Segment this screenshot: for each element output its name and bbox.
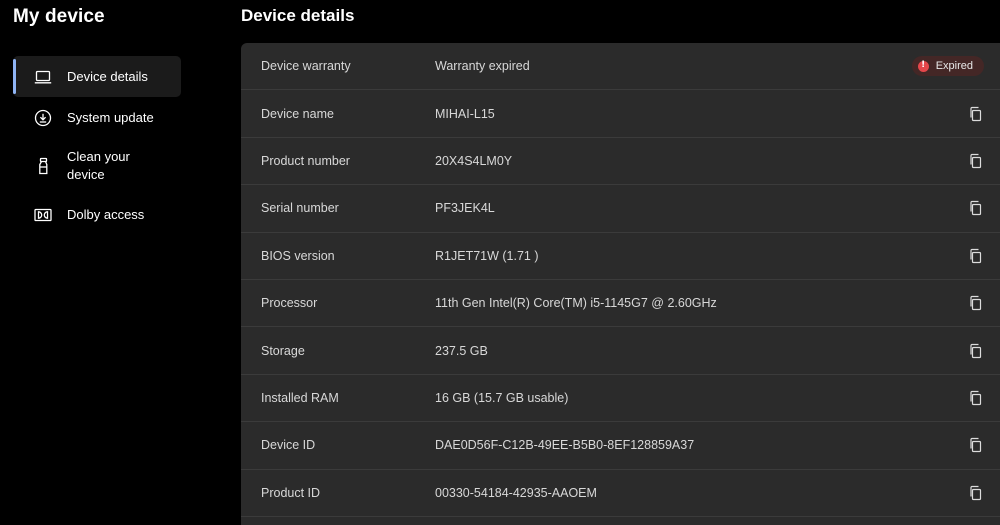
detail-row-installed-ram: Installed RAM 16 GB (15.7 GB usable) [241,375,1000,423]
copy-icon [970,201,982,216]
sidebar-item-label: Device details [67,69,148,84]
spray-bottle-icon [34,157,52,175]
row-label: BIOS version [261,248,335,263]
copy-button[interactable] [968,153,984,169]
sidebar-item-system-update[interactable]: System update [13,97,181,138]
sidebar-item-label: System update [67,110,154,125]
copy-button[interactable] [968,106,984,122]
row-value: 16 GB (15.7 GB usable) [435,390,569,405]
page-title: Device details [241,6,355,25]
row-value: MIHAI-L15 [435,106,495,121]
detail-row-serial-number: Serial number PF3JEK4L [241,185,1000,233]
sidebar-item-clean-your-device[interactable]: Clean your device [13,138,181,194]
row-label: Serial number [261,201,339,216]
copy-button[interactable] [968,248,984,264]
sidebar-item-device-details[interactable]: Device details [13,56,181,97]
copy-icon [970,485,982,500]
row-label: Device warranty [261,59,351,74]
status-badge-label: Expired [935,60,973,73]
row-label: Product number [261,153,350,168]
row-label: Storage [261,343,305,358]
laptop-icon [34,68,52,86]
copy-button[interactable] [968,437,984,453]
device-details-panel: Device warranty Warranty expired Expired… [241,43,1000,525]
error-icon [917,60,929,72]
row-value: 00330-54184-42935-AAOEM [435,485,597,500]
row-value: 237.5 GB [435,343,488,358]
row-label: Processor [261,296,318,311]
detail-row-device-warranty: Device warranty Warranty expired Expired [241,43,1000,91]
sidebar-item-label: Dolby access [67,207,145,222]
copy-icon [970,343,982,358]
status-badge: Expired [911,56,984,77]
detail-row-bios-version: BIOS version R1JET71W (1.71 ) [241,233,1000,280]
row-label: Device ID [261,438,316,453]
detail-row-processor: Processor 11th Gen Intel(R) Core(TM) i5-… [241,280,1000,328]
row-value: DAE0D56F-C12B-49EE-B5B0-8EF128859A37 [435,438,695,453]
detail-row-product-id: Product ID 00330-54184-42935-AAOEM [241,470,1000,517]
dolby-icon [34,206,52,224]
copy-icon [970,438,982,453]
sidebar-title: My device [13,6,105,27]
copy-icon [970,296,982,311]
app-window: My device Device details System update C… [0,0,1000,525]
row-value: Warranty expired [435,59,530,74]
detail-row-product-number: Product number 20X4S4LM0Y [241,138,1000,186]
download-circle-icon [34,109,52,127]
copy-button[interactable] [968,390,984,406]
detail-row-device-name: Device name MIHAI-L15 [241,90,1000,138]
sidebar: My device Device details System update C… [0,0,200,525]
row-value: R1JET71W (1.71 ) [435,248,539,263]
row-value: 11th Gen Intel(R) Core(TM) i5-1145G7 @ 2… [435,296,717,311]
row-value: PF3JEK4L [435,201,495,216]
row-label: Product ID [261,485,321,500]
row-label: Device name [261,106,334,121]
row-label: Installed RAM [261,390,339,405]
copy-icon [970,390,982,406]
copy-button[interactable] [968,295,984,311]
sidebar-item-label: Clean your device [67,149,130,182]
detail-row-device-id: Device ID DAE0D56F-C12B-49EE-B5B0-8EF128… [241,422,1000,470]
copy-button[interactable] [968,200,984,216]
copy-icon [970,106,982,121]
copy-icon [970,153,982,169]
copy-icon [970,248,982,263]
copy-button[interactable] [968,485,984,501]
copy-button[interactable] [968,343,984,359]
sidebar-item-dolby-access[interactable]: Dolby access [13,194,181,235]
sidebar-nav: Device details System update Clean your … [13,56,181,235]
detail-row-storage: Storage 237.5 GB [241,327,1000,375]
row-value: 20X4S4LM0Y [435,153,513,168]
